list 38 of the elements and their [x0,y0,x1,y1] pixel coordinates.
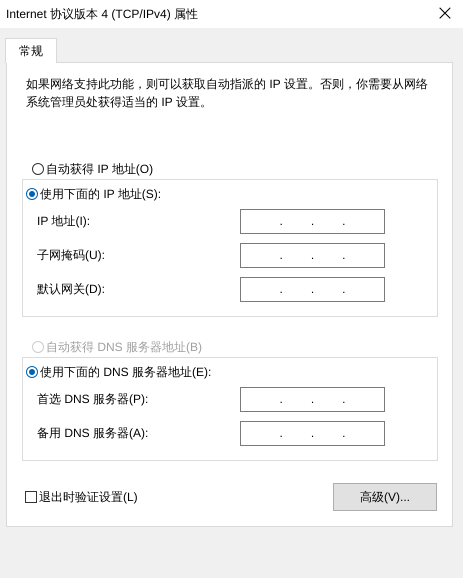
radio-button[interactable] [26,366,38,378]
tab[interactable]: 常规 [5,38,57,63]
ip-address-field[interactable]: . . . [240,242,385,268]
field-label: 子网掩码(U): [37,246,105,264]
field-label: IP 地址(I): [37,212,90,230]
ip-dot: . [310,215,314,227]
ip-dot: . [310,427,314,439]
field-label: 默认网关(D): [37,280,105,298]
ip-dot: . [279,215,283,227]
checkbox[interactable] [25,491,37,503]
advanced-button[interactable]: 高级(V)... [333,483,437,511]
ip-dot: . [342,283,346,295]
ip-dot: . [310,393,314,405]
radio-label[interactable]: 使用下面的 DNS 服务器地址(E): [40,364,212,380]
ip-dot: . [342,393,346,405]
ip-address-field[interactable]: . . . [240,420,385,446]
ip-dot: . [342,249,346,261]
window-title: Internet 协议版本 4 (TCP/IPv4) 属性 [6,6,198,22]
close-button[interactable]: × [427,0,463,28]
ip-address-field[interactable]: . . . [240,208,385,234]
ip-dot: . [310,283,314,295]
ip-address-field[interactable]: . . . [240,276,385,302]
description-text: 如果网络支持此功能，则可以获取自动指派的 IP 设置。否则，你需要从网络系统管理员处获得适当的 IP 设置。 [26,76,429,111]
ip-address-field[interactable]: . . . [240,386,385,412]
ip-dot: . [342,427,346,439]
ip-dot: . [310,249,314,261]
ip-dot: . [342,215,346,227]
radio-button[interactable] [26,188,38,200]
checkbox-label[interactable]: 退出时验证设置(L) [39,488,138,506]
ip-dot: . [279,249,283,261]
ip-dot: . [279,283,283,295]
radio-label[interactable]: 使用下面的 IP 地址(S): [40,186,162,202]
ip-dot: . [279,393,283,405]
radio-button[interactable] [32,163,44,175]
field-label: 首选 DNS 服务器(P): [37,390,148,408]
radio-label[interactable]: 自动获得 IP 地址(O) [46,160,154,178]
ip-dot: . [279,427,283,439]
field-label: 备用 DNS 服务器(A): [37,424,148,442]
